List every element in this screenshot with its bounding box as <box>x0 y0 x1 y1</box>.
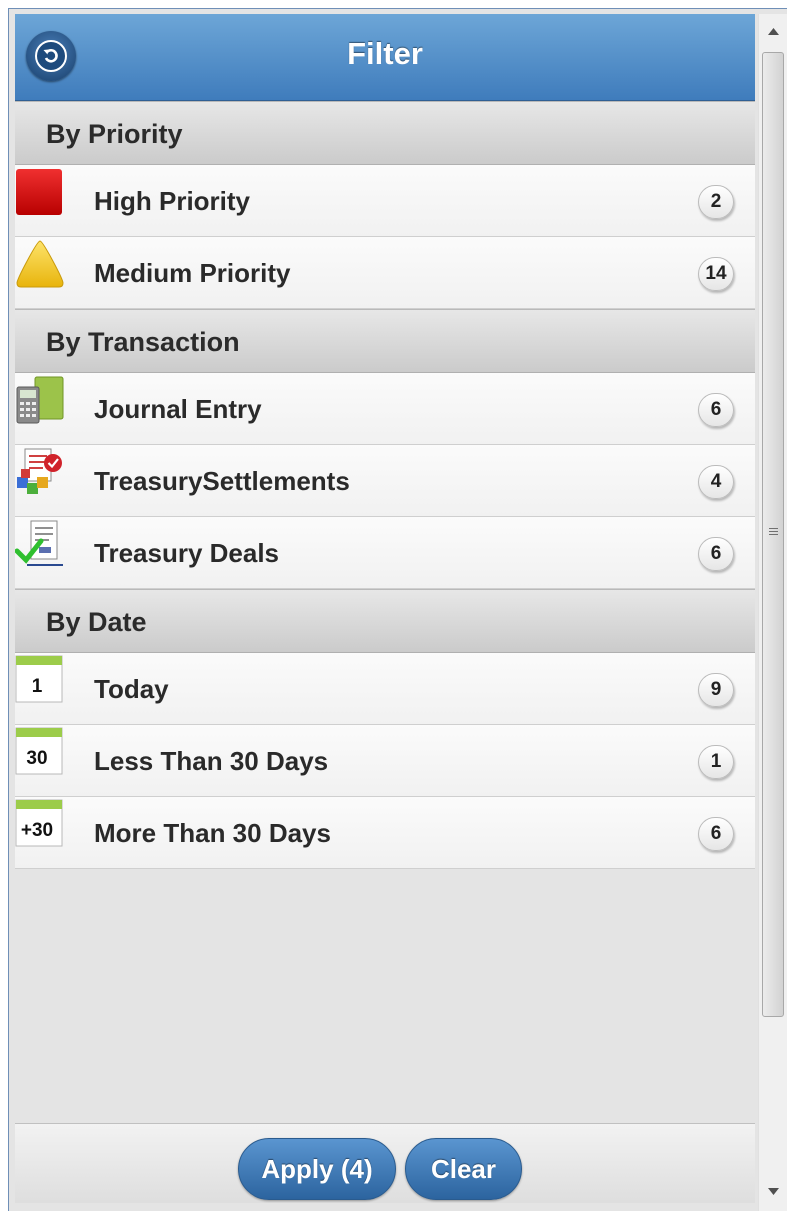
filter-item-label: Today <box>94 674 169 704</box>
count-badge: 14 <box>698 257 734 291</box>
count-badge: 6 <box>698 817 734 851</box>
calendar-text: +30 <box>21 820 53 841</box>
filter-item-medium-priority[interactable]: Medium Priority 14 <box>15 237 755 309</box>
red-square-icon <box>16 169 62 215</box>
count-badge: 1 <box>698 745 734 779</box>
calendar-text: 30 <box>26 748 47 769</box>
page-title: Filter <box>347 36 423 71</box>
filter-item-less-than-30-days[interactable]: 30 Less Than 30 Days 1 <box>15 725 755 797</box>
group-header-priority: By Priority <box>15 101 755 165</box>
count-badge: 6 <box>698 537 734 571</box>
filter-item-label: Treasury Deals <box>94 538 280 568</box>
filter-item-more-than-30-days[interactable]: +30 More Than 30 Days 6 <box>15 797 755 869</box>
filter-item-treasury-deals[interactable]: Treasury Deals 6 <box>15 517 755 589</box>
scroll-up-arrow-icon[interactable] <box>759 16 787 48</box>
count-badge: 6 <box>698 393 734 427</box>
clear-button[interactable]: Clear <box>405 1138 522 1200</box>
header-bar: Filter <box>15 14 755 101</box>
scroll-down-arrow-icon[interactable] <box>759 1176 787 1208</box>
filter-item-today[interactable]: 1 Today 9 <box>15 653 755 725</box>
filter-item-label: More Than 30 Days <box>94 818 331 848</box>
apply-button[interactable]: Apply (4) <box>238 1138 396 1200</box>
filter-item-treasury-settlements[interactable]: TreasurySettlements 4 <box>15 445 755 517</box>
calendar-icon: 1 <box>15 655 63 703</box>
group-header-transaction: By Transaction <box>15 309 755 373</box>
filter-item-label: High Priority <box>94 186 251 216</box>
vertical-scrollbar[interactable] <box>758 14 787 1211</box>
filter-list: By Priority High Priority 2 Medium Prior… <box>15 101 755 869</box>
filter-item-journal-entry[interactable]: Journal Entry 6 <box>15 373 755 445</box>
back-button[interactable] <box>26 31 76 81</box>
count-badge: 9 <box>698 673 734 707</box>
yellow-triangle-icon <box>16 240 64 288</box>
calendar-icon: +30 <box>15 799 63 847</box>
settlement-icon <box>17 448 62 494</box>
group-header-date: By Date <box>15 589 755 653</box>
filter-item-label: Less Than 30 Days <box>94 746 329 776</box>
filter-item-label: TreasurySettlements <box>94 466 350 496</box>
grip-line <box>769 534 778 535</box>
filter-item-label: Journal Entry <box>94 394 262 424</box>
count-badge: 2 <box>698 185 734 219</box>
count-badge: 4 <box>698 465 734 499</box>
filter-item-high-priority[interactable]: High Priority 2 <box>15 165 755 237</box>
calculator-icon <box>16 376 64 424</box>
calendar-text: 1 <box>32 676 43 697</box>
back-arrow-icon <box>35 40 67 72</box>
filter-item-label: Medium Priority <box>94 258 291 288</box>
calendar-icon: 30 <box>15 727 63 775</box>
grip-line <box>769 531 778 532</box>
grip-line <box>769 528 778 529</box>
document-check-icon <box>15 520 63 566</box>
footer-bar: Apply (4) Clear <box>15 1123 755 1203</box>
scroll-thumb[interactable] <box>762 52 784 1017</box>
